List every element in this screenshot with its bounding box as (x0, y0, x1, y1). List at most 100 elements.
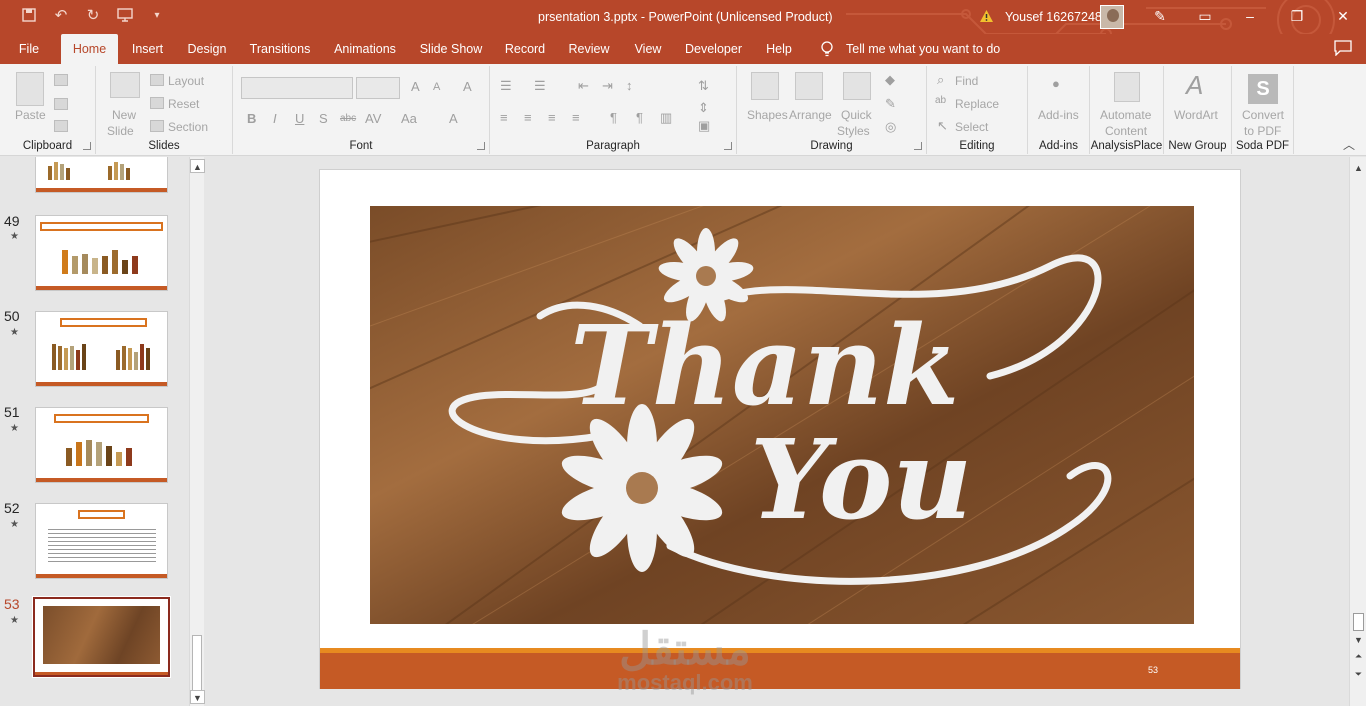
thumbnails-scrollbar[interactable]: ▲ ▼ (189, 157, 205, 706)
text-direction-icon[interactable]: ⇅ (698, 78, 709, 94)
quick-styles-label-2[interactable]: Styles (837, 124, 870, 138)
automate-label-2[interactable]: Content (1105, 124, 1147, 138)
character-spacing-icon[interactable]: AV (365, 111, 381, 126)
drawing-launcher-icon[interactable] (914, 142, 922, 150)
scroll-down-icon[interactable]: ▼ (1351, 633, 1366, 647)
align-left-icon[interactable]: ≡ (500, 110, 508, 125)
quick-styles-icon[interactable] (843, 72, 871, 100)
warning-icon[interactable] (979, 9, 994, 23)
copy-icon[interactable] (54, 98, 68, 110)
restore-icon[interactable]: ❐ (1287, 6, 1307, 26)
layout-button[interactable]: Layout (168, 74, 204, 88)
section-button[interactable]: Section (168, 120, 208, 134)
tab-help[interactable]: Help (761, 34, 797, 64)
paragraph-launcher-icon[interactable] (724, 142, 732, 150)
scroll-up-icon[interactable]: ▲ (190, 159, 205, 173)
font-size-field[interactable] (356, 77, 400, 99)
new-slide-label-2[interactable]: Slide (107, 124, 134, 138)
shape-outline-icon[interactable]: ✎ (885, 96, 896, 112)
shape-effects-icon[interactable]: ◎ (885, 119, 896, 135)
font-name-field[interactable] (241, 77, 353, 99)
addins-icon[interactable]: ● (1052, 76, 1060, 91)
ribbon-display-icon[interactable]: ▭ (1195, 6, 1215, 26)
align-right-icon[interactable]: ≡ (548, 110, 556, 125)
slide-thumbnail-51[interactable] (35, 407, 168, 483)
tab-transitions[interactable]: Transitions (246, 34, 314, 64)
format-painter-icon[interactable] (54, 120, 68, 132)
clear-formatting-icon[interactable]: A (463, 79, 472, 94)
align-center-icon[interactable]: ≡ (524, 110, 532, 125)
tab-home[interactable]: Home (61, 34, 118, 64)
tab-developer[interactable]: Developer (682, 34, 745, 64)
tab-review[interactable]: Review (565, 34, 613, 64)
scroll-thumb[interactable] (192, 635, 202, 691)
clipboard-launcher-icon[interactable] (83, 142, 91, 150)
minimize-icon[interactable]: – (1240, 6, 1260, 26)
comment-icon[interactable] (1334, 40, 1352, 56)
slide-thumbnails-pane[interactable]: 49 ★ 50 ★ 51 ★ 52 ★ 53 ★ ▲ ▼ (0, 157, 206, 706)
automate-content-icon[interactable] (1114, 72, 1140, 102)
ltr-icon[interactable]: ¶ (636, 110, 643, 125)
layout-icon[interactable] (150, 74, 164, 86)
replace-button[interactable]: Replace (955, 97, 999, 111)
pen-icon[interactable]: ✎ (1150, 6, 1170, 26)
section-icon[interactable] (150, 120, 164, 132)
justify-icon[interactable]: ≡ (572, 110, 580, 125)
undo-icon[interactable]: ↶ (52, 7, 70, 25)
wordart-icon[interactable]: A (1186, 70, 1203, 101)
find-icon[interactable]: ⌕ (937, 72, 944, 88)
new-slide-label-1[interactable]: New (112, 108, 136, 122)
tab-animations[interactable]: Animations (330, 34, 400, 64)
smartart-icon[interactable]: ▣ (698, 118, 710, 134)
new-slide-icon[interactable] (110, 72, 140, 98)
shapes-button[interactable]: Shapes (747, 108, 788, 122)
soda-pdf-icon[interactable]: S (1248, 74, 1278, 104)
select-button[interactable]: Select (955, 120, 988, 134)
numbering-icon[interactable]: ☰ (534, 78, 546, 94)
bold-icon[interactable]: B (247, 111, 256, 126)
reset-icon[interactable] (150, 97, 164, 109)
automate-label-1[interactable]: Automate (1100, 108, 1151, 122)
strikethrough-icon[interactable]: abc (340, 113, 356, 124)
replace-icon[interactable]: ab (935, 95, 946, 106)
current-slide[interactable]: Thank You 53 مستقل mostaql.com (319, 169, 1241, 695)
shapes-icon[interactable] (751, 72, 779, 100)
scroll-up-icon[interactable]: ▲ (1351, 161, 1366, 175)
thank-you-image[interactable]: Thank You (370, 206, 1194, 624)
arrange-button[interactable]: Arrange (789, 108, 832, 122)
redo-icon[interactable]: ↻ (84, 7, 102, 25)
save-icon[interactable] (20, 7, 38, 25)
columns-icon[interactable]: ▥ (660, 110, 672, 126)
slide-scrollbar[interactable]: ▲ ▼ ⏶ ⏷ (1349, 157, 1366, 706)
grow-font-icon[interactable]: A (411, 79, 420, 94)
tab-design[interactable]: Design (184, 34, 230, 64)
slide-editing-area[interactable]: Thank You 53 مستقل mostaql.com (206, 157, 1349, 706)
slide-thumbnail-50[interactable] (35, 311, 168, 387)
italic-icon[interactable]: I (273, 111, 277, 126)
slide-thumbnail-53[interactable] (32, 596, 171, 678)
font-launcher-icon[interactable] (477, 142, 485, 150)
bullets-icon[interactable]: ☰ (500, 78, 512, 94)
font-color-icon[interactable]: A (449, 111, 458, 126)
next-slide-icon[interactable]: ⏷ (1351, 667, 1366, 681)
wordart-button[interactable]: WordArt (1174, 108, 1218, 122)
customize-icon[interactable]: ▾ (148, 7, 166, 25)
present-from-start-icon[interactable] (116, 7, 134, 25)
user-name[interactable]: Yousef 16267248 (1005, 10, 1102, 24)
increase-indent-icon[interactable]: ⇥ (602, 78, 613, 94)
change-case-icon[interactable]: Aa (401, 111, 417, 126)
tab-view[interactable]: View (629, 34, 667, 64)
paste-button[interactable]: Paste (15, 108, 46, 122)
convert-label-1[interactable]: Convert (1242, 108, 1284, 122)
arrange-icon[interactable] (795, 72, 823, 100)
collapse-ribbon-icon[interactable]: ︿ (1343, 136, 1355, 153)
convert-label-2[interactable]: to PDF (1244, 124, 1281, 138)
quick-styles-label-1[interactable]: Quick (841, 108, 872, 122)
avatar[interactable] (1100, 5, 1124, 29)
underline-icon[interactable]: U (295, 111, 304, 126)
reset-button[interactable]: Reset (168, 97, 199, 111)
rtl-icon[interactable]: ¶ (610, 110, 617, 125)
previous-slide-icon[interactable]: ⏶ (1351, 649, 1366, 663)
slide-thumbnail-52[interactable] (35, 503, 168, 579)
decrease-indent-icon[interactable]: ⇤ (578, 78, 589, 94)
